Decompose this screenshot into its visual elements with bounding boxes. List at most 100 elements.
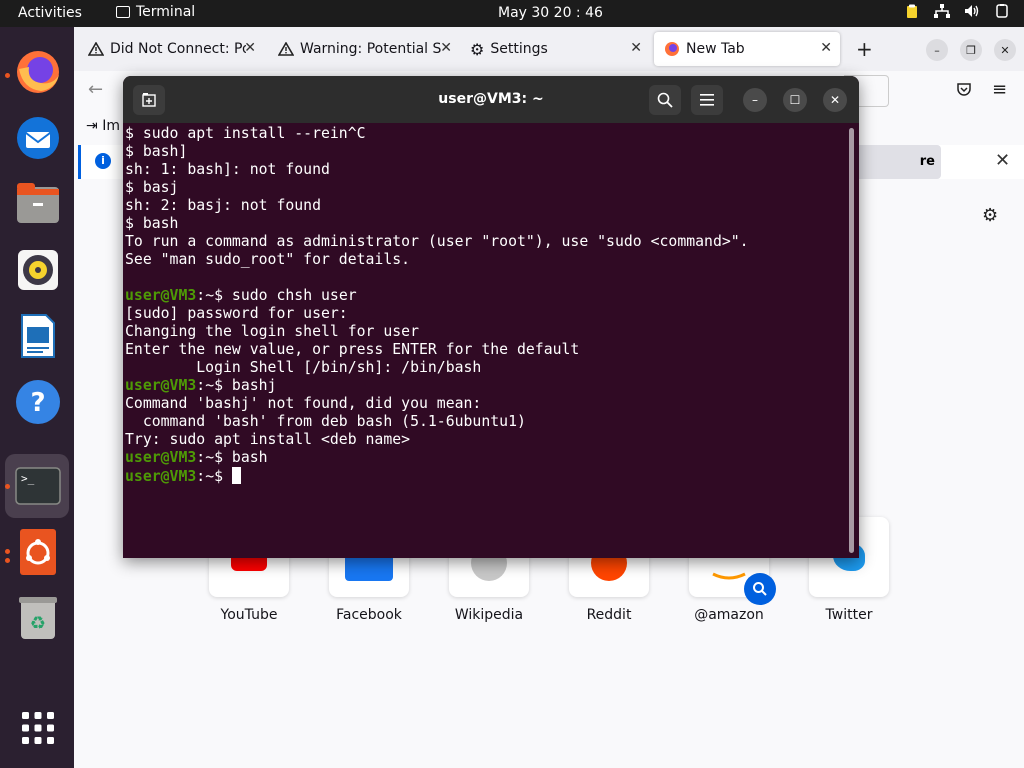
svg-text:♻: ♻ [30, 613, 46, 634]
prompt-user-host: user@VM3 [125, 287, 197, 304]
close-window-button[interactable]: ✕ [994, 39, 1016, 61]
search-button[interactable] [649, 85, 681, 115]
prompt-command: $ sudo chsh user [214, 287, 357, 304]
svg-text:?: ? [30, 388, 45, 418]
terminal-prompt-line: user@VM3:~$ bashj [125, 377, 845, 395]
tab-close-icon[interactable]: ✕ [630, 40, 642, 56]
terminal-line: $ bash] [125, 143, 188, 160]
new-tab-button[interactable]: + [856, 37, 873, 61]
terminal-maximize-button[interactable]: ☐ [783, 88, 807, 112]
import-bookmarks-icon[interactable]: ⇥ [86, 118, 98, 134]
hamburger-menu-icon[interactable]: ≡ [992, 79, 1007, 100]
prompt-user-host: user@VM3 [125, 449, 197, 466]
network-icon[interactable] [934, 4, 950, 23]
rhythmbox-icon[interactable] [14, 246, 62, 294]
svg-text:>_: >_ [21, 472, 35, 485]
terminal-app-icon [116, 6, 130, 18]
shortcut-label: Twitter [825, 607, 873, 623]
terminal-close-button[interactable]: ✕ [823, 88, 847, 112]
top-bar: Activities Terminal May 30 20 : 46 [0, 0, 1024, 27]
shortcut-label: Facebook [336, 607, 402, 623]
search-shortcut-badge-icon [744, 573, 776, 605]
thunderbird-icon[interactable] [14, 114, 62, 162]
app-menu-label: Terminal [136, 4, 196, 20]
terminal-prompt-line: user@VM3:~$ [125, 467, 845, 486]
dock: ? >_ ♻ [0, 27, 74, 768]
terminal-line: $ basj [125, 179, 179, 196]
clock[interactable]: May 30 20 : 46 [498, 5, 603, 21]
prompt-dir: :~ [196, 468, 215, 485]
tab-close-icon[interactable]: ✕ [820, 40, 832, 56]
hamburger-menu-icon [700, 94, 714, 106]
text-cursor [231, 467, 241, 484]
app-menu[interactable]: Terminal [116, 4, 195, 20]
firefox-favicon-icon [665, 42, 679, 56]
terminal-window[interactable]: user@VM3: ~ – ☐ ✕ $ sudo apt install --r… [123, 76, 859, 558]
maximize-button[interactable]: ❐ [960, 39, 982, 61]
warning-icon [278, 42, 294, 56]
running-indicator [5, 558, 10, 563]
menu-button[interactable] [691, 85, 723, 115]
prompt-dir: :~ [196, 449, 215, 466]
tab-warning-potential[interactable]: Warning: Potential S ✕ [268, 32, 460, 66]
shortcut-label: Reddit [586, 607, 632, 623]
pocket-icon[interactable] [956, 81, 972, 101]
tab-new-tab[interactable]: New Tab ✕ [654, 32, 840, 66]
terminal-line: Changing the login shell for user [125, 323, 419, 340]
info-icon: i [95, 153, 111, 169]
notification-close-icon[interactable]: ✕ [995, 150, 1010, 171]
terminal-icon[interactable]: >_ [14, 462, 62, 510]
terminal-line: Login Shell [/bin/sh]: /bin/bash [125, 359, 482, 376]
shortcut-label: Wikipedia [454, 607, 524, 623]
terminal-line: Enter the new value, or press ENTER for … [125, 341, 580, 358]
trash-icon[interactable]: ♻ [14, 594, 62, 642]
shortcut-label: @amazon [694, 607, 764, 623]
terminal-line: command 'bash' from deb bash (5.1-6ubunt… [125, 413, 526, 430]
clipboard-icon[interactable] [904, 4, 920, 23]
tab-strip: Did Not Connect: Po ✕ Warning: Potential… [74, 27, 1024, 71]
prompt-user-host: user@VM3 [125, 468, 197, 485]
minimize-button[interactable]: – [926, 39, 948, 61]
terminal-line: $ sudo apt install --rein^C [125, 125, 366, 142]
terminal-line: [sudo] password for user: [125, 305, 348, 322]
shortcut-label: YouTube [220, 607, 278, 623]
back-arrow-icon[interactable]: ← [88, 79, 103, 100]
tab-label: Settings [490, 41, 548, 57]
terminal-output[interactable]: $ sudo apt install --rein^C $ bash] sh: 1:… [125, 125, 845, 486]
volume-icon[interactable] [964, 4, 980, 23]
tab-close-icon[interactable]: ✕ [244, 40, 256, 56]
import-bookmarks-label[interactable]: Im [102, 118, 120, 134]
tab-did-not-connect[interactable]: Did Not Connect: Po ✕ [78, 32, 264, 66]
tab-label: Did Not Connect: Po [110, 41, 246, 57]
prompt-command: $ bashj [214, 377, 277, 394]
newtab-settings-gear-icon[interactable]: ⚙ [982, 205, 998, 226]
terminal-line: $ bash [125, 215, 179, 232]
tab-label: New Tab [686, 41, 745, 57]
activities-button[interactable]: Activities [18, 5, 82, 21]
terminal-scrollbar[interactable] [849, 128, 854, 553]
files-icon[interactable] [14, 180, 62, 228]
system-tray[interactable] [904, 4, 1010, 23]
tab-close-icon[interactable]: ✕ [440, 40, 452, 56]
prompt-dir: :~ [196, 377, 215, 394]
ubuntu-software-icon[interactable] [14, 528, 62, 576]
terminal-line: See "man sudo_root" for details. [125, 251, 411, 268]
terminal-header-bar[interactable]: user@VM3: ~ – ☐ ✕ [123, 76, 859, 123]
running-indicator [5, 73, 10, 78]
help-icon[interactable]: ? [14, 378, 62, 426]
terminal-minimize-button[interactable]: – [743, 88, 767, 112]
libreoffice-writer-icon[interactable] [14, 312, 62, 360]
tab-settings[interactable]: ⚙ Settings ✕ [460, 32, 650, 66]
bookmarks-toolbar: ⇥ Im [86, 118, 120, 134]
terminal-line: sh: 2: basj: not found [125, 197, 321, 214]
search-icon [657, 92, 673, 108]
power-icon[interactable] [994, 4, 1010, 23]
terminal-prompt-line: user@VM3:~$ bash [125, 449, 845, 467]
prompt-dir: :~ [196, 287, 215, 304]
firefox-icon[interactable] [14, 48, 62, 96]
tab-label: Warning: Potential S [300, 41, 442, 57]
show-apps-icon[interactable] [14, 704, 62, 752]
terminal-line: Command 'bashj' not found, did you mean: [125, 395, 482, 412]
terminal-line: Try: sudo apt install <deb name> [125, 431, 411, 448]
